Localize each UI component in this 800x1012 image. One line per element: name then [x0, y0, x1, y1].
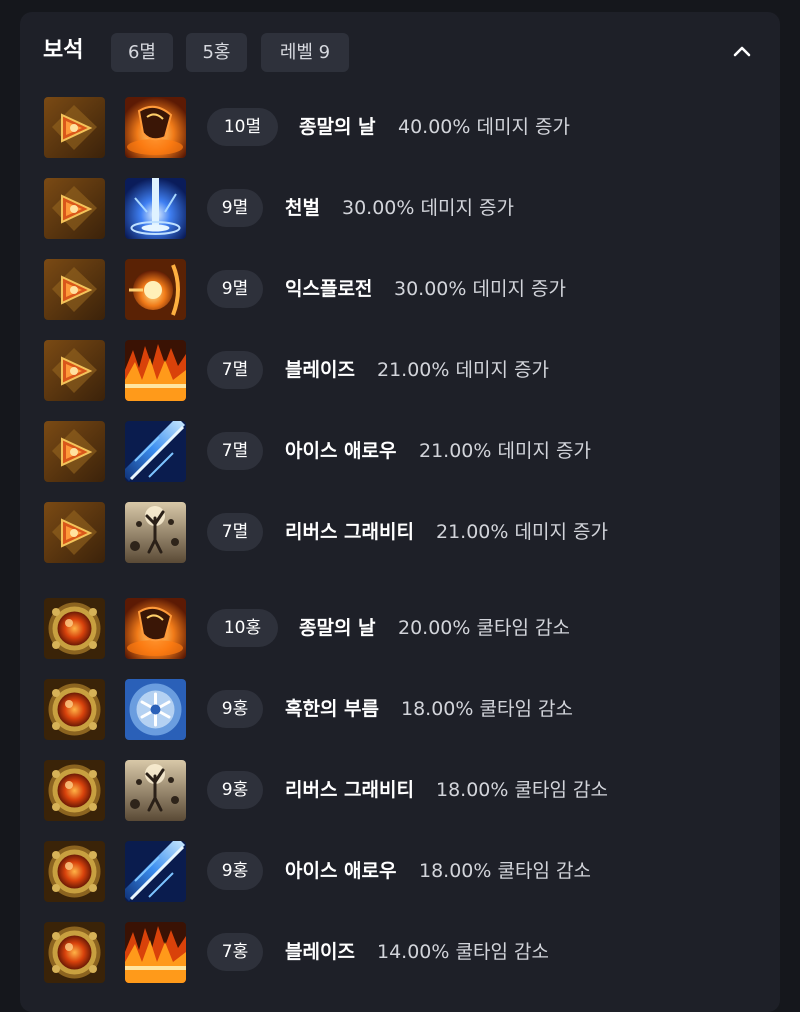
ice-arrow-skill-icon	[125, 841, 186, 902]
gem-level-badge: 7멸	[207, 432, 263, 470]
skill-name: 익스플로전	[285, 278, 373, 300]
doom-gem-count-tag: 6멸	[111, 33, 173, 72]
doomsday-skill-icon	[125, 97, 186, 158]
gems-panel: 보석 6멸 5홍 레벨 9 10멸 종말의 날 40.00% 데미지 증가 9멸 천벌…	[20, 12, 780, 1012]
skill-name: 리버스 그래비티	[285, 779, 414, 801]
skill-name: 천벌	[285, 197, 320, 219]
frost-call-skill-icon	[125, 679, 186, 740]
collapse-button[interactable]	[728, 38, 756, 66]
gem-level-badge: 9멸	[207, 270, 263, 308]
gem-level-badge: 10멸	[207, 108, 278, 146]
gem-level-badge: 7멸	[207, 351, 263, 389]
gem-effect: 30.00% 데미지 증가	[394, 278, 566, 300]
gem-row[interactable]: 7멸 리버스 그래비티 21.00% 데미지 증가	[20, 502, 780, 564]
gem-level-badge: 9홍	[207, 690, 263, 728]
gem-row[interactable]: 10홍 종말의 날 20.00% 쿨타임 감소	[20, 598, 780, 660]
reverse-gravity-skill-icon	[125, 760, 186, 821]
crimson-gem-icon	[44, 922, 105, 983]
skill-name: 블레이즈	[285, 359, 355, 381]
skill-name: 아이스 애로우	[285, 860, 397, 882]
gem-level-badge: 9홍	[207, 771, 263, 809]
crimson-gem-icon	[44, 679, 105, 740]
reverse-gravity-skill-icon	[125, 502, 186, 563]
skill-name: 리버스 그래비티	[285, 521, 414, 543]
gem-effect: 21.00% 데미지 증가	[436, 521, 608, 543]
gem-effect: 40.00% 데미지 증가	[398, 116, 570, 138]
gem-effect: 30.00% 데미지 증가	[342, 197, 514, 219]
gem-effect: 18.00% 쿨타임 감소	[436, 779, 608, 801]
crimson-gem-icon	[44, 760, 105, 821]
gem-row[interactable]: 9홍 리버스 그래비티 18.00% 쿨타임 감소	[20, 760, 780, 822]
ice-arrow-skill-icon	[125, 421, 186, 482]
gem-level-badge: 7홍	[207, 933, 263, 971]
blaze-skill-icon	[125, 340, 186, 401]
gem-effect: 18.00% 쿨타임 감소	[419, 860, 591, 882]
skill-name: 종말의 날	[299, 617, 376, 639]
gem-row[interactable]: 7홍 블레이즈 14.00% 쿨타임 감소	[20, 922, 780, 984]
gem-effect: 21.00% 데미지 증가	[419, 440, 591, 462]
skill-name: 혹한의 부름	[285, 698, 380, 720]
gem-row[interactable]: 9홍 혹한의 부름 18.00% 쿨타임 감소	[20, 679, 780, 741]
crimson-gem-icon	[44, 841, 105, 902]
gem-row[interactable]: 7멸 블레이즈 21.00% 데미지 증가	[20, 340, 780, 402]
gem-effect: 21.00% 데미지 증가	[377, 359, 549, 381]
skill-name: 아이스 애로우	[285, 440, 397, 462]
blaze-skill-icon	[125, 922, 186, 983]
gem-effect: 14.00% 쿨타임 감소	[377, 941, 549, 963]
gem-level-tag: 레벨 9	[261, 33, 349, 72]
gem-level-badge: 9홍	[207, 852, 263, 890]
doom-gem-icon	[44, 502, 105, 563]
doom-gem-icon	[44, 421, 105, 482]
gem-row[interactable]: 9멸 천벌 30.00% 데미지 증가	[20, 178, 780, 240]
gem-effect: 18.00% 쿨타임 감소	[401, 698, 573, 720]
doom-gem-icon	[44, 97, 105, 158]
gem-row[interactable]: 9홍 아이스 애로우 18.00% 쿨타임 감소	[20, 841, 780, 903]
doomsday-skill-icon	[125, 598, 186, 659]
gem-row[interactable]: 9멸 익스플로전 30.00% 데미지 증가	[20, 259, 780, 321]
explosion-skill-icon	[125, 259, 186, 320]
punishment-skill-icon	[125, 178, 186, 239]
section-title: 보석	[43, 38, 84, 63]
skill-name: 블레이즈	[285, 941, 355, 963]
doom-gem-icon	[44, 340, 105, 401]
crimson-gem-icon	[44, 598, 105, 659]
gem-row[interactable]: 10멸 종말의 날 40.00% 데미지 증가	[20, 97, 780, 159]
gem-effect: 20.00% 쿨타임 감소	[398, 617, 570, 639]
doom-gem-icon	[44, 178, 105, 239]
gem-level-badge: 10홍	[207, 609, 278, 647]
skill-name: 종말의 날	[299, 116, 376, 138]
crimson-gem-count-tag: 5홍	[186, 33, 247, 72]
gem-level-badge: 9멸	[207, 189, 263, 227]
gem-row[interactable]: 7멸 아이스 애로우 21.00% 데미지 증가	[20, 421, 780, 483]
doom-gem-icon	[44, 259, 105, 320]
chevron-up-icon	[733, 46, 751, 57]
gem-level-badge: 7멸	[207, 513, 263, 551]
gems-header[interactable]: 보석 6멸 5홍 레벨 9	[20, 12, 780, 92]
